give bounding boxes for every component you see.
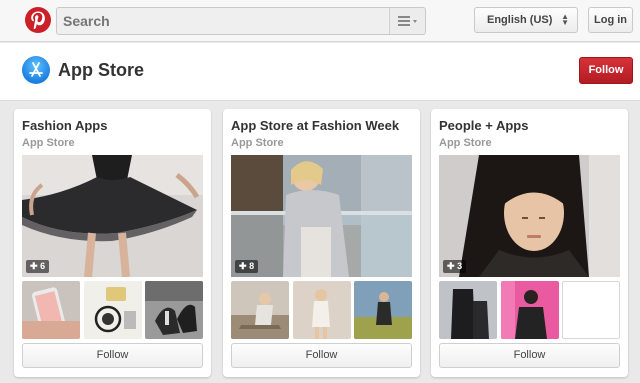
pin-count-value: 3 (457, 261, 463, 271)
board-card-people-apps[interactable]: People + Apps App Store ✚ 3 Follow (431, 109, 628, 377)
board-follow-button[interactable]: Follow (439, 343, 620, 368)
board-thumbnail[interactable] (293, 281, 351, 339)
login-button[interactable]: Log in (588, 7, 633, 33)
pin-count-badge: ✚ 8 (235, 260, 259, 273)
up-down-caret-icon: ▲ ▼ (561, 12, 569, 27)
pin-count-value: 6 (40, 261, 46, 271)
search-menu-button[interactable] (389, 8, 425, 34)
pin-count-value: 8 (249, 261, 255, 271)
language-select[interactable]: English (US) ▲ ▼ (474, 7, 578, 33)
board-cover-image[interactable]: ✚ 8 (231, 155, 412, 277)
board-follow-button[interactable]: Follow (231, 343, 412, 368)
pin-count-badge: ✚ 6 (26, 260, 50, 273)
board-owner[interactable]: App Store (22, 137, 75, 149)
board-thumbnail[interactable] (22, 281, 80, 339)
hamburger-menu-icon (397, 16, 417, 26)
page-title: App Store (58, 60, 145, 80)
board-thumbnail[interactable] (501, 281, 559, 339)
pin-icon: ✚ (30, 261, 38, 271)
follow-profile-button[interactable]: Follow (579, 57, 633, 84)
board-thumbnail[interactable] (145, 281, 203, 339)
pin-icon: ✚ (239, 261, 247, 271)
pin-count-badge: ✚ 3 (443, 260, 467, 273)
board-thumbnail[interactable] (354, 281, 412, 339)
board-card-fashion-apps[interactable]: Fashion Apps App Store ✚ 6 Follow (14, 109, 211, 377)
board-owner[interactable]: App Store (439, 137, 492, 149)
profile-header: App Store Follow (0, 43, 640, 101)
pin-icon: ✚ (447, 261, 455, 271)
board-owner[interactable]: App Store (231, 137, 284, 149)
app-store-icon (22, 56, 50, 84)
board-thumbnail[interactable] (439, 281, 497, 339)
board-cover-image[interactable]: ✚ 3 (439, 155, 620, 277)
search-box (56, 7, 426, 35)
top-navigation-bar: English (US) ▲▼ Log in (0, 0, 640, 42)
board-title[interactable]: People + Apps (439, 118, 528, 133)
search-input[interactable] (57, 8, 391, 34)
board-follow-button[interactable]: Follow (22, 343, 203, 368)
board-thumbnail[interactable] (84, 281, 142, 339)
board-thumbnail[interactable] (231, 281, 289, 339)
board-title[interactable]: App Store at Fashion Week (231, 118, 399, 133)
board-title[interactable]: Fashion Apps (22, 118, 107, 133)
pinterest-logo-icon[interactable] (25, 7, 51, 33)
board-card-fashion-week[interactable]: App Store at Fashion Week App Store ✚ 8 (223, 109, 420, 377)
language-select-value: English (US) (487, 14, 553, 26)
board-cover-image[interactable]: ✚ 6 (22, 155, 203, 277)
board-thumbnail-empty (562, 281, 620, 339)
